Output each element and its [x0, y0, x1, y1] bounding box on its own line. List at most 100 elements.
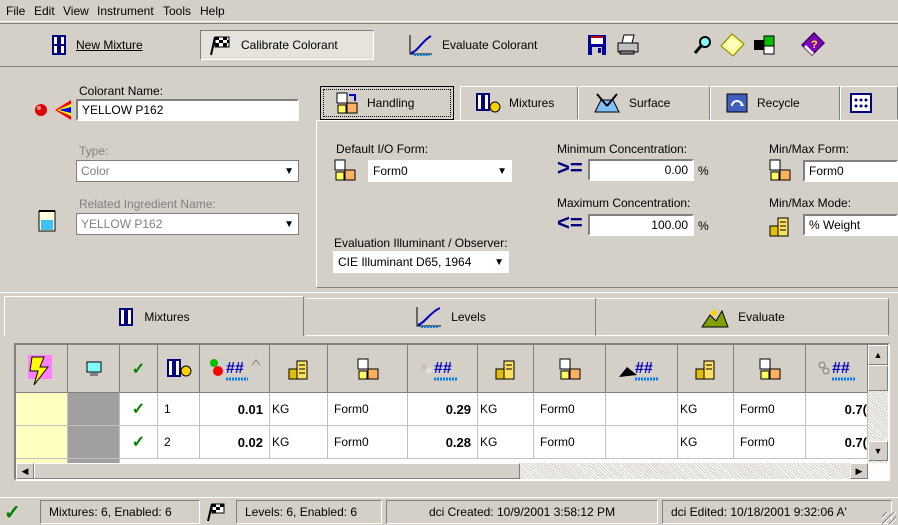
col-header-monitor[interactable] [68, 345, 120, 393]
save-icon[interactable] [586, 33, 608, 57]
row-2-form-3[interactable]: Form0 [734, 426, 806, 459]
row-2-conc-4-value: 0.7( [844, 434, 867, 450]
menu-edit[interactable]: Edit [34, 4, 55, 18]
evaluate-colorant-button[interactable]: Evaluate Colorant [400, 30, 545, 60]
horizontal-scroll-thumb[interactable] [34, 463, 520, 479]
min-concentration-label: Minimum Concentration: [557, 142, 688, 156]
scroll-up-icon[interactable]: ▲ [868, 345, 888, 365]
row-1-conc-1[interactable]: 0.01 [200, 393, 270, 426]
row-2-conc-2[interactable]: 0.28 [408, 426, 478, 459]
row-1-form-3[interactable]: Form0 [734, 393, 806, 426]
row-2-form-2[interactable]: Form0 [534, 426, 606, 459]
surface-icon [594, 93, 620, 113]
row-1-form-1[interactable]: Form0 [328, 393, 408, 426]
col-header-conc-1[interactable]: ## [200, 345, 270, 393]
menu-instrument[interactable]: Instrument [97, 4, 154, 18]
row-2-conc-2-value: 0.28 [445, 434, 471, 450]
tab-recycle[interactable]: Recycle [710, 86, 840, 120]
menu-help[interactable]: Help [200, 4, 225, 18]
row-1-unit-1[interactable]: KG [270, 393, 328, 426]
search-icon[interactable] [692, 34, 714, 56]
mixtures-grid: ✓ ## ## ## ## ✓ 1 0.01 KG Form0 0.29 KG … [14, 343, 890, 481]
col-header-conc-3[interactable]: ## [606, 345, 678, 393]
col-header-unit-2[interactable] [478, 345, 534, 393]
row-1-check-cell[interactable]: ✓ [120, 393, 158, 426]
tab-surface[interactable]: Surface [578, 86, 710, 120]
type-label: Type: [79, 144, 109, 158]
monitor-icon [86, 361, 101, 376]
lower-tab-mixtures[interactable]: Mixtures [4, 296, 304, 336]
help-book-icon[interactable]: ? [798, 31, 826, 59]
col-header-unit-1[interactable] [270, 345, 328, 393]
status-edited: dci Edited: 10/18/2001 9:32:06 A' [662, 500, 892, 524]
row-1-monitor-cell[interactable] [68, 393, 120, 426]
type-select[interactable]: Color ▼ [76, 160, 299, 182]
greater-equal-icon: >= [557, 155, 583, 180]
col-header-conc-4[interactable]: ## [806, 345, 868, 393]
col-header-index[interactable] [158, 345, 200, 393]
new-mixture-button[interactable]: New Mixture [42, 30, 151, 60]
recycle-icon [726, 93, 748, 113]
col-header-enable[interactable] [16, 345, 68, 393]
scroll-down-icon[interactable]: ▼ [868, 441, 888, 461]
minmax-mode-input[interactable]: % Weight [803, 214, 898, 236]
minmax-form-input[interactable]: Form0 [803, 160, 898, 182]
row-1-enable-cell[interactable] [16, 393, 68, 426]
colorant-name-input[interactable]: YELLOW P162 [76, 99, 299, 121]
col-header-check[interactable]: ✓ [120, 345, 158, 393]
tab-mixtures[interactable]: Mixtures [460, 86, 578, 120]
menu-file[interactable]: File [6, 4, 25, 18]
vertical-scrollbar[interactable]: ▲ ▼ [868, 345, 888, 463]
row-1-unit-2[interactable]: KG [478, 393, 534, 426]
vertical-scroll-thumb[interactable] [868, 365, 888, 391]
col-header-form-2[interactable] [534, 345, 606, 393]
max-concentration-label: Maximum Concentration: [557, 196, 691, 210]
col-header-conc-2[interactable]: ## [408, 345, 478, 393]
menu-tools[interactable]: Tools [163, 4, 191, 18]
row-1-conc-4[interactable]: 0.7( [806, 393, 868, 426]
col-header-form-3[interactable] [734, 345, 806, 393]
minmax-mode-label: Min/Max Mode: [769, 196, 852, 210]
scroll-left-icon[interactable]: ◀ [16, 463, 34, 479]
resize-grip-icon[interactable] [882, 512, 896, 524]
note-icon[interactable] [718, 32, 746, 58]
row-2-unit-3[interactable]: KG [678, 426, 734, 459]
row-2-enable-cell[interactable] [16, 426, 68, 459]
row-2-conc-3[interactable] [606, 426, 678, 459]
chevron-down-icon: ▼ [494, 256, 504, 268]
illuminant-select[interactable]: CIE Illuminant D65, 1964 ▼ [333, 251, 509, 273]
calibrate-colorant-button[interactable]: Calibrate Colorant [200, 30, 374, 60]
row-2-monitor-cell[interactable] [68, 426, 120, 459]
row-2-check-cell[interactable]: ✓ [120, 426, 158, 459]
row-2-conc-4[interactable]: 0.7( [806, 426, 868, 459]
form-icon [769, 159, 791, 181]
row-1-conc-1-value: 0.01 [237, 401, 263, 417]
min-concentration-input[interactable]: 0.00 [588, 159, 694, 181]
row-2-conc-1[interactable]: 0.02 [200, 426, 270, 459]
col-header-form-1[interactable] [328, 345, 408, 393]
tab-more[interactable] [840, 86, 898, 120]
io-form-select[interactable]: Form0 ▼ [368, 160, 512, 182]
tab-handling[interactable]: Handling [320, 86, 454, 120]
row-2-form-1[interactable]: Form0 [328, 426, 408, 459]
row-2-unit-2[interactable]: KG [478, 426, 534, 459]
related-ingredient-select[interactable]: YELLOW P162 ▼ [76, 213, 299, 235]
lower-tab-evaluate[interactable]: Evaluate [597, 298, 889, 336]
chevron-down-icon: ▼ [284, 218, 294, 230]
print-icon[interactable] [614, 33, 640, 57]
max-concentration-input[interactable]: 100.00 [588, 214, 694, 236]
row-1-form-2[interactable]: Form0 [534, 393, 606, 426]
menu-view[interactable]: View [63, 4, 89, 18]
row-1-conc-2[interactable]: 0.29 [408, 393, 478, 426]
lower-tab-levels[interactable]: Levels [306, 298, 596, 336]
col-header-unit-3[interactable] [678, 345, 734, 393]
row-2-unit-1[interactable]: KG [270, 426, 328, 459]
scroll-right-icon[interactable]: ▶ [850, 463, 868, 479]
row-1-conc-4-value: 0.7( [844, 401, 867, 417]
row-1-unit-3[interactable]: KG [678, 393, 734, 426]
related-ingredient-value: YELLOW P162 [81, 217, 163, 231]
horizontal-scrollbar[interactable]: ◀ ▶ [16, 463, 868, 479]
swatch-icon[interactable] [752, 34, 778, 56]
row-1-conc-3[interactable] [606, 393, 678, 426]
minmax-form-label: Min/Max Form: [769, 142, 850, 156]
